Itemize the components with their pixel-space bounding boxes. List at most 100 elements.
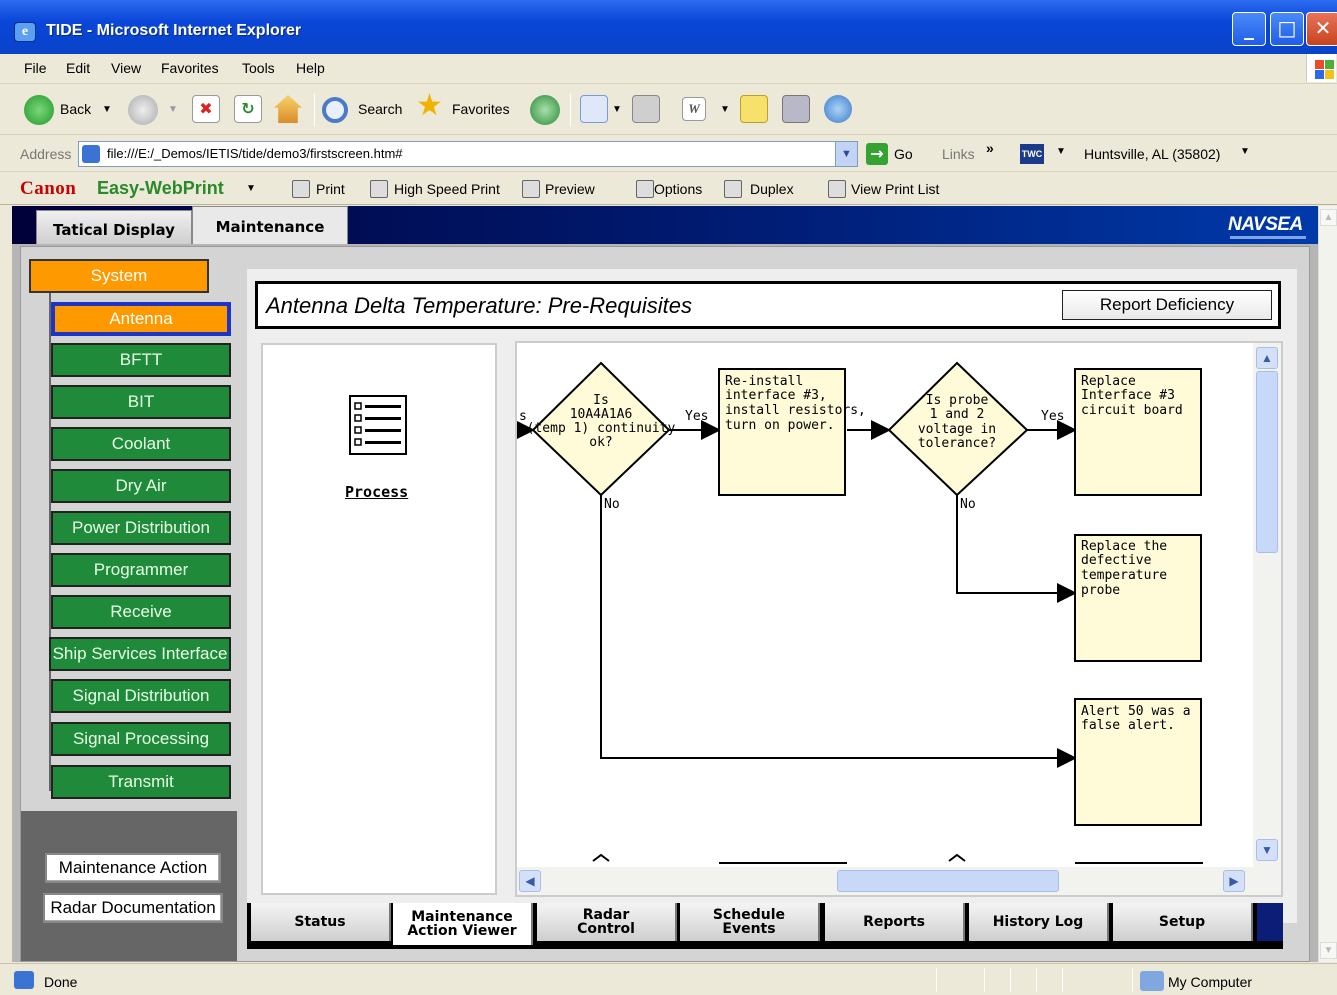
home-icon[interactable]	[274, 95, 302, 123]
tree-item-signal-processing[interactable]: Signal Processing	[51, 722, 231, 756]
note-icon[interactable]	[740, 95, 768, 123]
back-dropdown-icon[interactable]: ▼	[102, 104, 112, 115]
radar-documentation-button[interactable]: Radar Documentation	[43, 893, 223, 923]
weather-location[interactable]: Huntsville, AL (35802)	[1084, 146, 1220, 162]
flow-probe-line3: temperature	[1081, 568, 1167, 583]
my-computer-icon	[1140, 971, 1164, 991]
search-button[interactable]: Search	[358, 101, 402, 117]
menu-tools[interactable]: Tools	[242, 60, 275, 76]
scroll-thumb[interactable]	[1256, 371, 1278, 553]
tree-item-transmit[interactable]: Transmit	[51, 765, 231, 799]
tab-maintenance-action-viewer[interactable]: Maintenance Action Viewer	[393, 903, 533, 945]
flow-horizontal-scrollbar[interactable]: ◀ ▶	[517, 867, 1253, 895]
tree-item-signal-distribution[interactable]: Signal Distribution	[51, 679, 231, 713]
page-scroll-down-icon[interactable]: ▼	[1320, 942, 1337, 959]
tree-item-antenna[interactable]: Antenna	[51, 302, 231, 336]
history-icon[interactable]	[530, 95, 560, 125]
menu-help[interactable]: Help	[296, 60, 325, 76]
tab-schedule-events[interactable]: Schedule Events	[680, 903, 820, 941]
links-label[interactable]: Links	[942, 146, 975, 162]
links-more-icon[interactable]: »	[986, 140, 994, 156]
favorites-star-icon[interactable]: ★	[416, 91, 443, 121]
scroll-right-icon[interactable]: ▶	[1223, 870, 1245, 892]
preview-button[interactable]: Preview	[545, 181, 595, 197]
tree-item-bftt[interactable]: BFTT	[51, 343, 231, 377]
easy-webprint-menu[interactable]: Easy-WebPrint	[97, 178, 224, 199]
location-dropdown-icon[interactable]: ▼	[1240, 146, 1250, 157]
duplex-icon	[724, 180, 742, 198]
canon-print-button[interactable]: Print	[316, 181, 345, 197]
flow-board-line1: Replace	[1081, 374, 1136, 389]
ie-app-icon[interactable]: e	[14, 22, 36, 42]
scroll-up-icon[interactable]: ▲	[1256, 347, 1278, 369]
back-arrow-icon[interactable]	[24, 95, 54, 125]
tab-status[interactable]: Status	[251, 903, 391, 941]
page-scroll-up-icon[interactable]: ▲	[1320, 209, 1337, 226]
flow-label-no-1: No	[604, 497, 620, 512]
search-icon[interactable]	[322, 97, 348, 123]
refresh-icon[interactable]: ↻	[234, 95, 262, 123]
report-deficiency-button[interactable]: Report Deficiency	[1062, 290, 1272, 320]
address-input[interactable]: file:///E:/_Demos/IETIS/tide/demo3/first…	[78, 141, 858, 167]
tab-radar-control[interactable]: Radar Control	[537, 903, 677, 941]
flow-d1-line4: ok?	[589, 435, 612, 450]
go-button[interactable]: Go	[894, 146, 913, 162]
scroll-down-icon[interactable]: ▼	[1256, 839, 1278, 861]
mail-icon[interactable]	[580, 95, 608, 123]
tree-item-power-distribution[interactable]: Power Distribution	[51, 511, 231, 545]
tree-item-coolant[interactable]: Coolant	[51, 427, 231, 461]
go-arrow-icon[interactable]: →	[866, 143, 888, 165]
status-bar: Done My Computer	[0, 963, 1337, 995]
twc-logo-icon[interactable]: TWC	[1020, 144, 1044, 164]
research-icon[interactable]	[782, 95, 810, 123]
tree-item-dry-air[interactable]: Dry Air	[51, 469, 231, 503]
stop-icon[interactable]: ✖	[192, 95, 220, 123]
flow-edge-in-label: s	[519, 409, 527, 424]
duplex-button[interactable]: Duplex	[750, 181, 794, 197]
tree-root-system[interactable]: System	[29, 259, 209, 293]
tab-reports[interactable]: Reports	[825, 903, 965, 941]
tree-item-ship-services-interface[interactable]: Ship Services Interface	[49, 637, 231, 671]
scroll-left-icon[interactable]: ◀	[519, 870, 541, 892]
status-text: Done	[44, 974, 78, 990]
messenger-icon[interactable]	[824, 95, 852, 123]
page-vertical-scrollbar[interactable]: ▲ ▼	[1318, 206, 1337, 962]
menu-edit[interactable]: Edit	[66, 60, 90, 76]
address-dropdown-icon[interactable]: ▼	[835, 142, 857, 166]
edit-dropdown-icon[interactable]: ▼	[720, 104, 730, 115]
maximize-button[interactable]: □	[1270, 12, 1304, 46]
word-edit-icon[interactable]: W	[682, 97, 706, 121]
tab-maintenance[interactable]: Maintenance	[192, 206, 348, 244]
minimize-button[interactable]: _	[1232, 12, 1266, 46]
maintenance-action-button[interactable]: Maintenance Action	[45, 853, 221, 883]
close-button[interactable]: ✕	[1306, 12, 1337, 46]
tree-item-programmer[interactable]: Programmer	[51, 553, 231, 587]
flow-vertical-scrollbar[interactable]: ▲ ▼	[1253, 343, 1281, 867]
favorites-button[interactable]: Favorites	[452, 101, 510, 117]
maintenance-panel: System Antenna BFTT BIT Coolant Dry Air …	[20, 246, 1310, 962]
menu-file[interactable]: File	[24, 60, 47, 76]
hscroll-thumb[interactable]	[837, 870, 1059, 892]
tab-history-log[interactable]: History Log	[969, 903, 1109, 941]
twc-dropdown-icon[interactable]: ▼	[1056, 146, 1066, 157]
view-print-list-button[interactable]: View Print List	[851, 181, 939, 197]
forward-dropdown-icon[interactable]: ▼	[168, 104, 178, 115]
process-link[interactable]: Process	[345, 483, 408, 501]
menu-view[interactable]: View	[111, 60, 141, 76]
tab-setup[interactable]: Setup	[1113, 903, 1253, 941]
back-button[interactable]: Back	[60, 101, 91, 117]
options-button[interactable]: Options	[654, 181, 702, 197]
address-url[interactable]: file:///E:/_Demos/IETIS/tide/demo3/first…	[107, 146, 403, 161]
flow-partial-decision-1	[592, 853, 610, 862]
process-list-icon[interactable]	[349, 395, 409, 457]
mail-dropdown-icon[interactable]: ▼	[612, 104, 622, 115]
menu-favorites[interactable]: Favorites	[161, 60, 219, 76]
tab-tactical-display[interactable]: Tatical Display	[36, 210, 192, 244]
easy-webprint-dropdown-icon[interactable]: ▼	[246, 183, 256, 194]
print-icon[interactable]	[632, 95, 660, 123]
high-speed-print-button[interactable]: High Speed Print	[394, 181, 500, 197]
tree-item-receive[interactable]: Receive	[51, 595, 231, 629]
flow-reinstall-line3: install resistors,	[725, 403, 866, 418]
tree-item-bit[interactable]: BIT	[51, 385, 231, 419]
forward-arrow-icon[interactable]	[128, 95, 158, 125]
